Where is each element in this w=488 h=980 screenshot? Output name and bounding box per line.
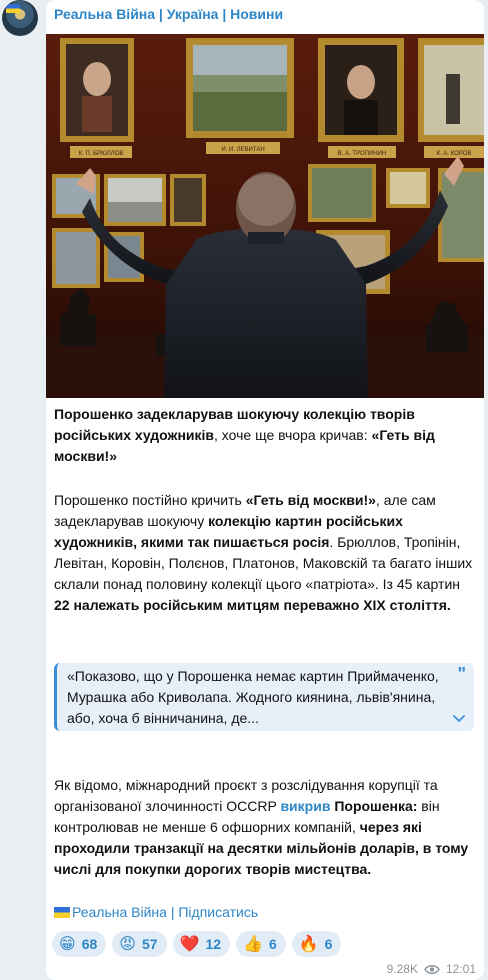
ukraine-flag-icon — [54, 907, 70, 918]
occrp-link[interactable]: викрив — [280, 798, 330, 814]
message-time: 12:01 — [445, 962, 476, 976]
chevron-down-icon[interactable] — [452, 711, 466, 725]
reaction-thumbs-up[interactable]: 👍 6 — [236, 931, 286, 957]
reaction-count: 6 — [324, 936, 333, 952]
blockquote[interactable]: «Показово, що у Порошенка немає картин П… — [54, 663, 474, 731]
quote-text: «Показово, що у Порошенка немає картин П… — [67, 668, 439, 726]
angry-emoji-icon: 😡 — [119, 934, 136, 953]
reaction-count: 57 — [141, 936, 158, 952]
reaction-angry[interactable]: 😡 57 — [112, 931, 167, 957]
plaque-3: В. А. ТРОПИНИН — [338, 151, 386, 157]
intro-text: , хоче ще вчора кричав: — [214, 427, 372, 443]
reactions-bar: 😁 68 😡 57 ❤️ 12 👍 6 🔥 6 — [52, 931, 342, 957]
message-meta: 9.28K 12:01 — [387, 962, 476, 976]
post-body: Порошенко постійно кричить «Геть від мос… — [54, 490, 476, 616]
plaque-1: К. П. БРЮЛЛОВ — [79, 151, 124, 157]
heart-emoji-icon: ❤️ — [179, 934, 200, 953]
ukraine-flag-icon — [6, 4, 20, 13]
reaction-heart[interactable]: ❤️ 12 — [172, 931, 231, 957]
fire-emoji-icon: 🔥 — [298, 934, 319, 953]
body-bold-3: 22 належать російським митцям переважно … — [54, 597, 451, 613]
plaque-2: И. И. ЛЕВИТАН — [221, 147, 264, 153]
body-text-1: Порошенко постійно кричить — [54, 492, 246, 508]
thumbs-up-emoji-icon: 👍 — [243, 934, 263, 953]
gallery-illustration: К. П. БРЮЛЛОВ И. И. ЛЕВИТАН В. А. ТРОПИН… — [46, 34, 484, 398]
post-intro: Порошенко задекларував шокуючу колекцію … — [54, 404, 476, 467]
message-bubble: Реальна Війна | Україна | Новини К. П. Б… — [46, 0, 484, 980]
quote-mark-icon: " — [457, 664, 466, 684]
view-count: 9.28K — [386, 962, 418, 976]
channel-avatar[interactable] — [2, 0, 38, 36]
reaction-grin[interactable]: 😁 68 — [52, 931, 107, 957]
reaction-count: 68 — [81, 936, 98, 952]
post-occrp: Як відомо, міжнародний проєкт з розсліду… — [54, 775, 476, 880]
occrp-bold-1: Порошенка: — [334, 798, 418, 814]
channel-name[interactable]: Реальна Війна | Україна | Новини — [54, 6, 283, 22]
subscribe-link[interactable]: Реальна Війна | Підписатись — [54, 902, 258, 923]
plaque-4: К. А. КОРОВ — [437, 151, 472, 157]
reaction-fire[interactable]: 🔥 6 — [291, 931, 342, 957]
reaction-count: 6 — [268, 936, 277, 952]
grin-emoji-icon: 😁 — [59, 934, 76, 953]
reaction-count: 12 — [205, 936, 222, 952]
eye-icon — [424, 964, 440, 974]
post-photo[interactable]: К. П. БРЮЛЛОВ И. И. ЛЕВИТАН В. А. ТРОПИН… — [46, 34, 484, 398]
subscribe-link-text[interactable]: Реальна Війна | Підписатись — [72, 904, 258, 920]
body-bold-1: «Геть від москви!» — [245, 492, 376, 508]
